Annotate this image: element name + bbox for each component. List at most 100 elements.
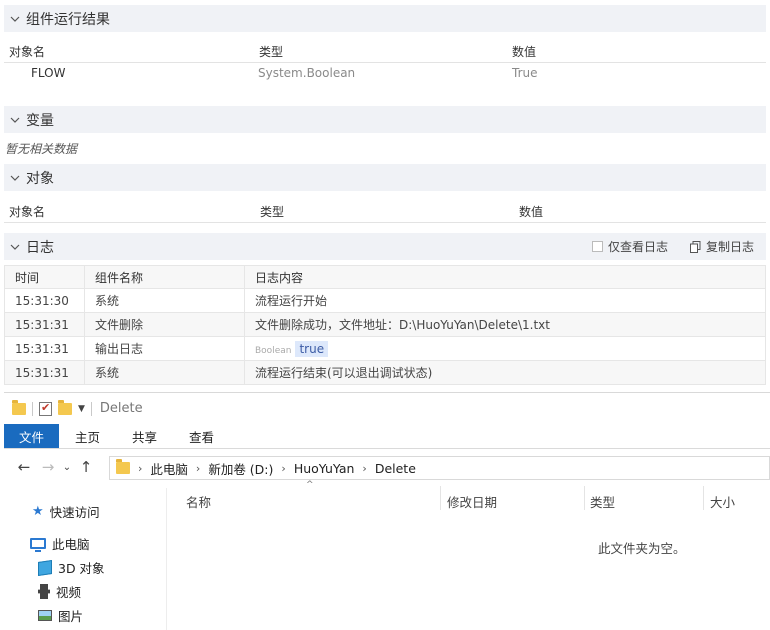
chevron-down-icon [10,244,20,250]
view-only-log-checkbox[interactable]: 仅查看日志 [591,238,668,255]
variables-header[interactable]: 变量 [4,106,766,133]
run-results-title: 组件运行结果 [26,11,110,28]
log-content: Boolean true [244,336,766,361]
computer-icon [30,538,46,552]
table-row[interactable]: 15:31:31 系统 流程运行结束(可以退出调试状态) [4,360,766,385]
breadcrumb-this-pc[interactable]: 此电脑 [150,459,188,478]
folder-icon [12,399,26,415]
log-component: 系统 [84,288,245,313]
nav-videos-label: 视频 [56,585,82,600]
run-result-row: FLOW System.Boolean True [4,64,766,86]
column-value: 数值 [512,45,537,59]
window-title: Delete [99,401,143,416]
nav-quick-access-label: 快速访问 [49,505,100,520]
nav-this-pc-label: 此电脑 [52,537,90,552]
ribbon-tabs: 文件 主页 共享 查看 [4,424,770,449]
checkbox-icon[interactable] [591,241,603,252]
objects-columns: 对象名 类型 数值 [4,198,766,223]
column-divider[interactable] [703,486,704,510]
divider [90,401,92,416]
column-name[interactable]: 名称 [186,492,211,511]
column-type[interactable]: 类型 [590,492,615,511]
tab-file[interactable]: 文件 [4,424,60,448]
breadcrumb-separator-icon[interactable]: › [362,462,366,475]
nav-pictures-label: 图片 [58,609,84,624]
column-size[interactable]: 大小 [710,492,735,511]
new-folder-icon[interactable] [58,399,72,415]
table-row[interactable]: 15:31:31 输出日志 Boolean true [4,336,766,361]
breadcrumb-huoyuyan[interactable]: HuoYuYan [294,461,355,476]
run-results-header[interactable]: 组件运行结果 [4,5,766,32]
log-component: 系统 [84,360,245,385]
column-type: 类型 [260,205,285,219]
result-object-name: FLOW [31,66,66,80]
up-arrow-icon[interactable]: ↑ [74,458,98,476]
recent-dropdown-icon[interactable]: ⌄ [60,462,74,473]
nav-quick-access[interactable]: ★ 快速访问 [32,502,100,521]
run-results-columns: 对象名 类型 数值 [4,38,766,63]
folder-icon [116,459,130,474]
picture-icon [38,610,52,621]
log-content: 文件删除成功，文件地址：D:\HuoYuYan\Delete\1.txt [244,312,766,337]
chevron-down-icon [10,16,20,22]
copy-log-label: 复制日志 [705,240,754,254]
log-content: 流程运行开始 [244,288,766,313]
customize-dropdown-icon[interactable]: ▼ [78,404,85,414]
objects-header[interactable]: 对象 [4,164,766,191]
nav-3d-objects-label: 3D 对象 [58,561,105,576]
view-only-log-label: 仅查看日志 [607,240,668,254]
star-icon: ★ [32,504,44,519]
divider [32,401,33,416]
quick-access-toolbar: ▼ Delete [4,393,770,424]
forward-arrow-icon[interactable]: → [36,458,60,476]
variables-empty-text: 暂无相关数据 [5,142,78,156]
column-type: 类型 [259,45,284,59]
tab-home[interactable]: 主页 [59,424,116,448]
cube-icon [38,559,52,576]
breadcrumb-separator-icon[interactable]: › [281,462,285,475]
chevron-down-icon [10,117,20,123]
type-tag: Boolean [255,345,292,356]
table-row[interactable]: 15:31:30 系统 流程运行开始 [4,288,766,313]
properties-icon[interactable] [39,401,52,416]
table-row[interactable]: 15:31:31 文件删除 文件删除成功，文件地址：D:\HuoYuYan\De… [4,312,766,337]
sort-up-icon: ^ [306,480,314,490]
chevron-down-icon [10,175,20,181]
log-header[interactable]: 日志 仅查看日志 复制日志 [4,233,766,260]
log-title: 日志 [26,239,54,256]
log-time: 15:31:31 [4,312,85,337]
nav-pictures[interactable]: 图片 [38,606,83,625]
nav-3d-objects[interactable]: 3D 对象 [38,558,105,577]
result-type: System.Boolean [258,66,356,80]
log-table: 时间 组件名称 日志内容 15:31:30 系统 流程运行开始 15:31:31… [4,265,766,385]
log-time: 15:31:30 [4,288,85,313]
objects-title: 对象 [26,170,54,187]
column-content: 日志内容 [244,265,766,289]
breadcrumb-delete[interactable]: Delete [375,461,416,476]
breadcrumb-separator-icon[interactable]: › [138,462,142,475]
copy-log-button[interactable]: 复制日志 [689,238,754,255]
column-divider[interactable] [440,486,441,510]
film-icon [38,584,50,599]
column-divider[interactable] [584,486,585,510]
column-modified-date[interactable]: 修改日期 [447,492,497,511]
column-object-name: 对象名 [9,45,46,59]
empty-folder-message: 此文件夹为空。 [598,541,686,556]
address-bar[interactable]: › 此电脑 › 新加卷 (D:) › HuoYuYan › Delete [109,456,770,480]
log-component: 输出日志 [84,336,245,361]
result-value: True [512,66,538,80]
back-arrow-icon[interactable]: ← [12,458,36,476]
file-explorer-window: ▼ Delete 文件 主页 共享 查看 ← → ⌄ ↑ › 此电脑 › 新加卷… [4,392,770,630]
variables-title: 变量 [26,112,54,129]
breadcrumb-separator-icon[interactable]: › [196,462,200,475]
nav-this-pc[interactable]: 此电脑 [30,534,90,553]
log-table-header: 时间 组件名称 日志内容 [4,265,766,289]
breadcrumb-drive[interactable]: 新加卷 (D:) [208,459,273,478]
column-object-name: 对象名 [9,205,46,219]
log-time: 15:31:31 [4,336,85,361]
column-component: 组件名称 [84,265,245,289]
tab-view[interactable]: 查看 [173,424,230,448]
tab-share[interactable]: 共享 [116,424,173,448]
log-toolbar: 仅查看日志 复制日志 [591,233,754,260]
nav-videos[interactable]: 视频 [38,582,81,601]
